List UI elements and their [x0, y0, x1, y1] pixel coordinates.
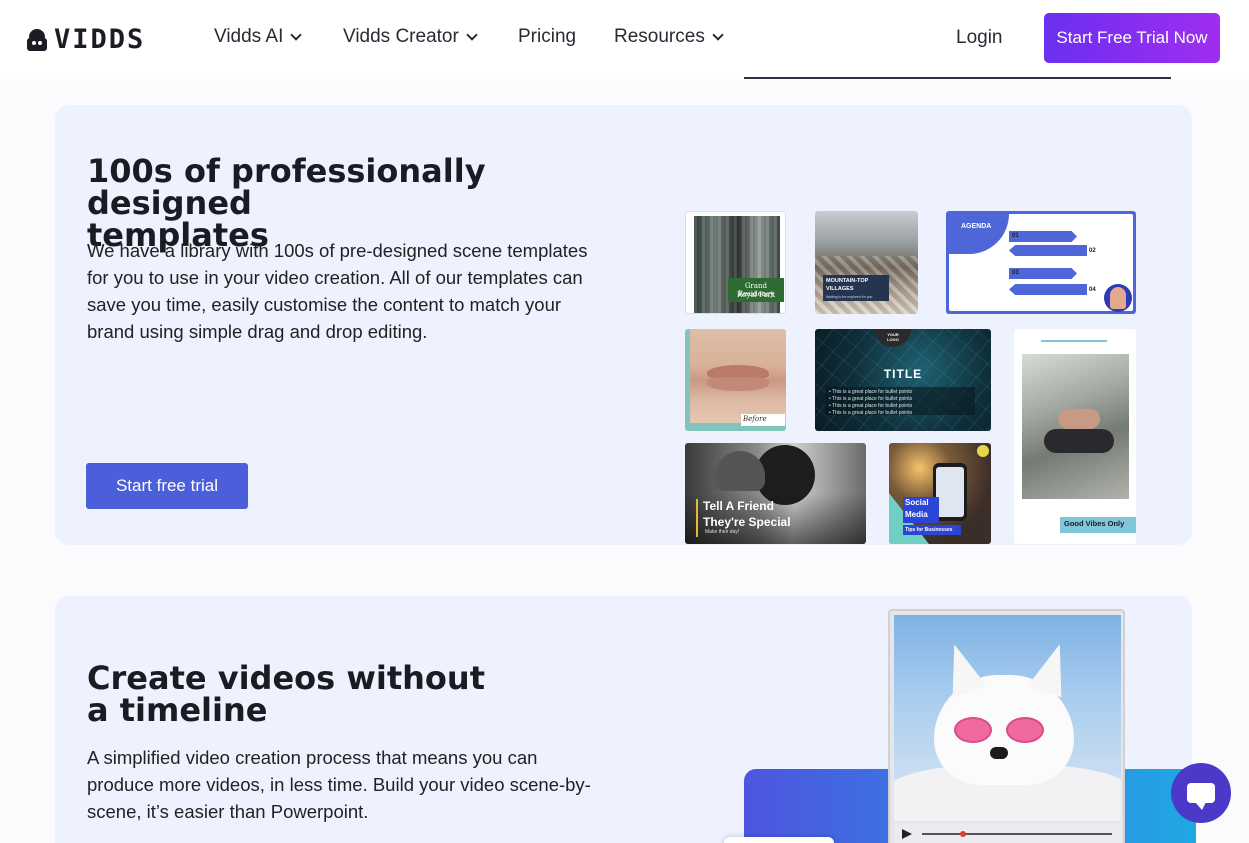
templates-paragraph: We have a library with 100s of pre-desig…: [87, 240, 588, 342]
tile-social-caption: Tips for Businesses: [905, 527, 953, 533]
nav-vidds-creator[interactable]: Vidds Creator: [343, 26, 478, 48]
tile-mountain-subtitle: VILLAGES: [826, 286, 854, 292]
hero-image-edge: [744, 77, 1171, 79]
tile-bullet: • This is a great place for bullet point…: [829, 396, 913, 402]
tile-friend-subtitle: They're Special: [703, 515, 791, 529]
template-tile-residency[interactable]: Grand Residency Royal Park: [685, 211, 786, 314]
start-free-trial-now-button[interactable]: Start Free Trial Now: [1044, 13, 1220, 63]
chevron-down-icon: [290, 28, 303, 41]
tile-logo-badge: LOGO: [887, 337, 899, 342]
tile-bullet: • This is a great place for bullet point…: [829, 410, 913, 416]
tile-agenda-num: 02: [1089, 248, 1096, 254]
tile-friend-title: Tell A Friend: [703, 499, 774, 513]
tile-residency-subtitle: Royal Park: [736, 291, 776, 299]
template-tile-tell-a-friend[interactable]: Tell A Friend They're Special Make their…: [685, 443, 866, 544]
chevron-down-icon: [712, 28, 724, 41]
template-tile-agenda[interactable]: AGENDA 01 02 03 04: [946, 211, 1136, 314]
tile-social-title: Social: [905, 498, 929, 507]
tile-agenda-num: 03: [1012, 270, 1019, 276]
nav-vidds-ai[interactable]: Vidds AI: [214, 26, 303, 48]
tile-social-subtitle: Media: [905, 510, 928, 519]
template-tile-before[interactable]: Before: [685, 329, 786, 431]
no-timeline-heading-line2: a timeline: [87, 691, 268, 729]
play-icon[interactable]: [902, 829, 912, 839]
tile-mountain-title: MOUNTAIN-TOP: [826, 278, 869, 284]
nav-vidds-ai-label: Vidds AI: [214, 26, 284, 47]
video-progress-track[interactable]: [922, 833, 1112, 835]
template-tile-good-vibes[interactable]: Good Vibes Only: [1014, 329, 1136, 544]
nav-resources[interactable]: Resources: [614, 26, 724, 48]
no-timeline-paragraph: A simplified video creation process that…: [87, 747, 591, 822]
tile-title-text: TITLE: [883, 367, 923, 381]
video-player[interactable]: [888, 609, 1125, 843]
no-timeline-heading: Create videos without a timeline: [87, 662, 627, 726]
tile-friend-caption: Make their day!: [705, 529, 740, 535]
template-tile-title[interactable]: YOUR LOGO TITLE • This is a great place …: [815, 329, 991, 431]
start-free-trial-button[interactable]: Start free trial: [86, 463, 248, 509]
video-controls: [894, 823, 1121, 843]
vidds-logo[interactable]: VIDDS: [26, 24, 145, 55]
chat-icon: [1187, 783, 1215, 810]
nav-pricing-label: Pricing: [518, 26, 577, 47]
tile-good-vibes-label: Good Vibes Only: [1064, 519, 1125, 528]
tile-agenda-title: AGENDA: [961, 223, 992, 230]
editor-preview-card: [724, 837, 834, 843]
logo-text: VIDDS: [54, 24, 146, 55]
template-tile-mountain-villages[interactable]: MOUNTAIN-TOP VILLAGES Waiting to be expl…: [815, 211, 918, 314]
tile-agenda-num: 04: [1089, 287, 1096, 293]
nav-pricing[interactable]: Pricing: [518, 26, 576, 48]
no-timeline-heading-line1: Create videos without: [87, 659, 485, 697]
tile-before-label: Before: [743, 415, 767, 423]
chat-button[interactable]: [1171, 763, 1231, 823]
video-progress-knob[interactable]: [960, 831, 966, 837]
top-navbar: VIDDS Vidds AI Vidds Creator Pricing Res…: [0, 0, 1249, 79]
chevron-down-icon: [466, 28, 478, 41]
tile-bullet: • This is a great place for bullet point…: [829, 403, 913, 409]
dog-video-frame: [894, 615, 1121, 821]
ninja-logo-icon: [26, 27, 48, 53]
nav-vidds-creator-label: Vidds Creator: [343, 26, 459, 47]
nav-resources-label: Resources: [614, 26, 705, 47]
template-tile-social-media[interactable]: Social Media Tips for Businesses: [889, 443, 991, 544]
templates-heading-line1: 100s of professionally designed: [87, 152, 486, 222]
tile-bullet: • This is a great place for bullet point…: [829, 389, 913, 395]
login-link[interactable]: Login: [956, 27, 1003, 49]
tile-mountain-caption: Waiting to be explored for you: [826, 295, 873, 299]
tile-agenda-num: 01: [1012, 233, 1019, 239]
